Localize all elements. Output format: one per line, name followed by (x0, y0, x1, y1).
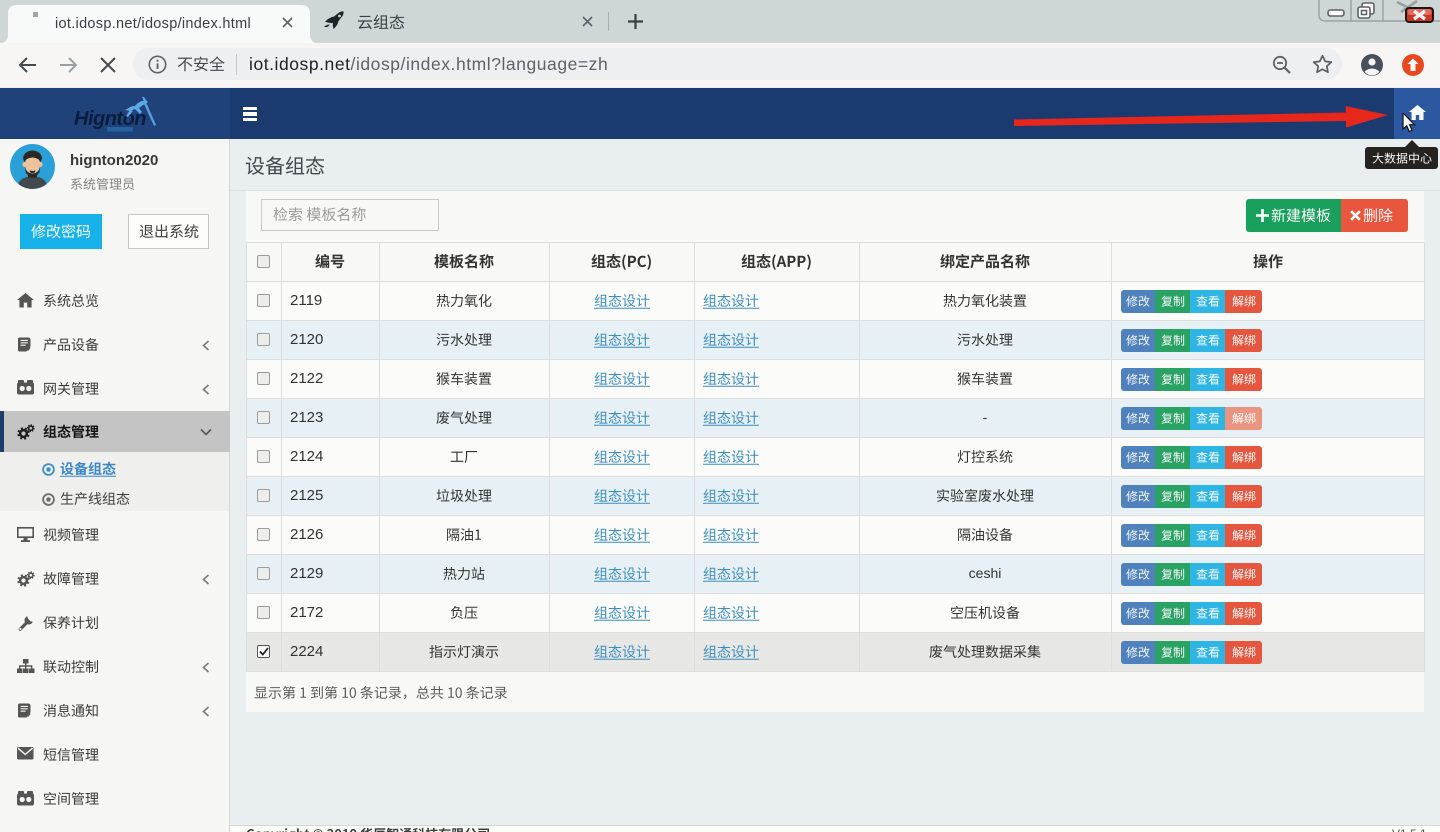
svg-text:Hignton: Hignton (74, 108, 146, 130)
